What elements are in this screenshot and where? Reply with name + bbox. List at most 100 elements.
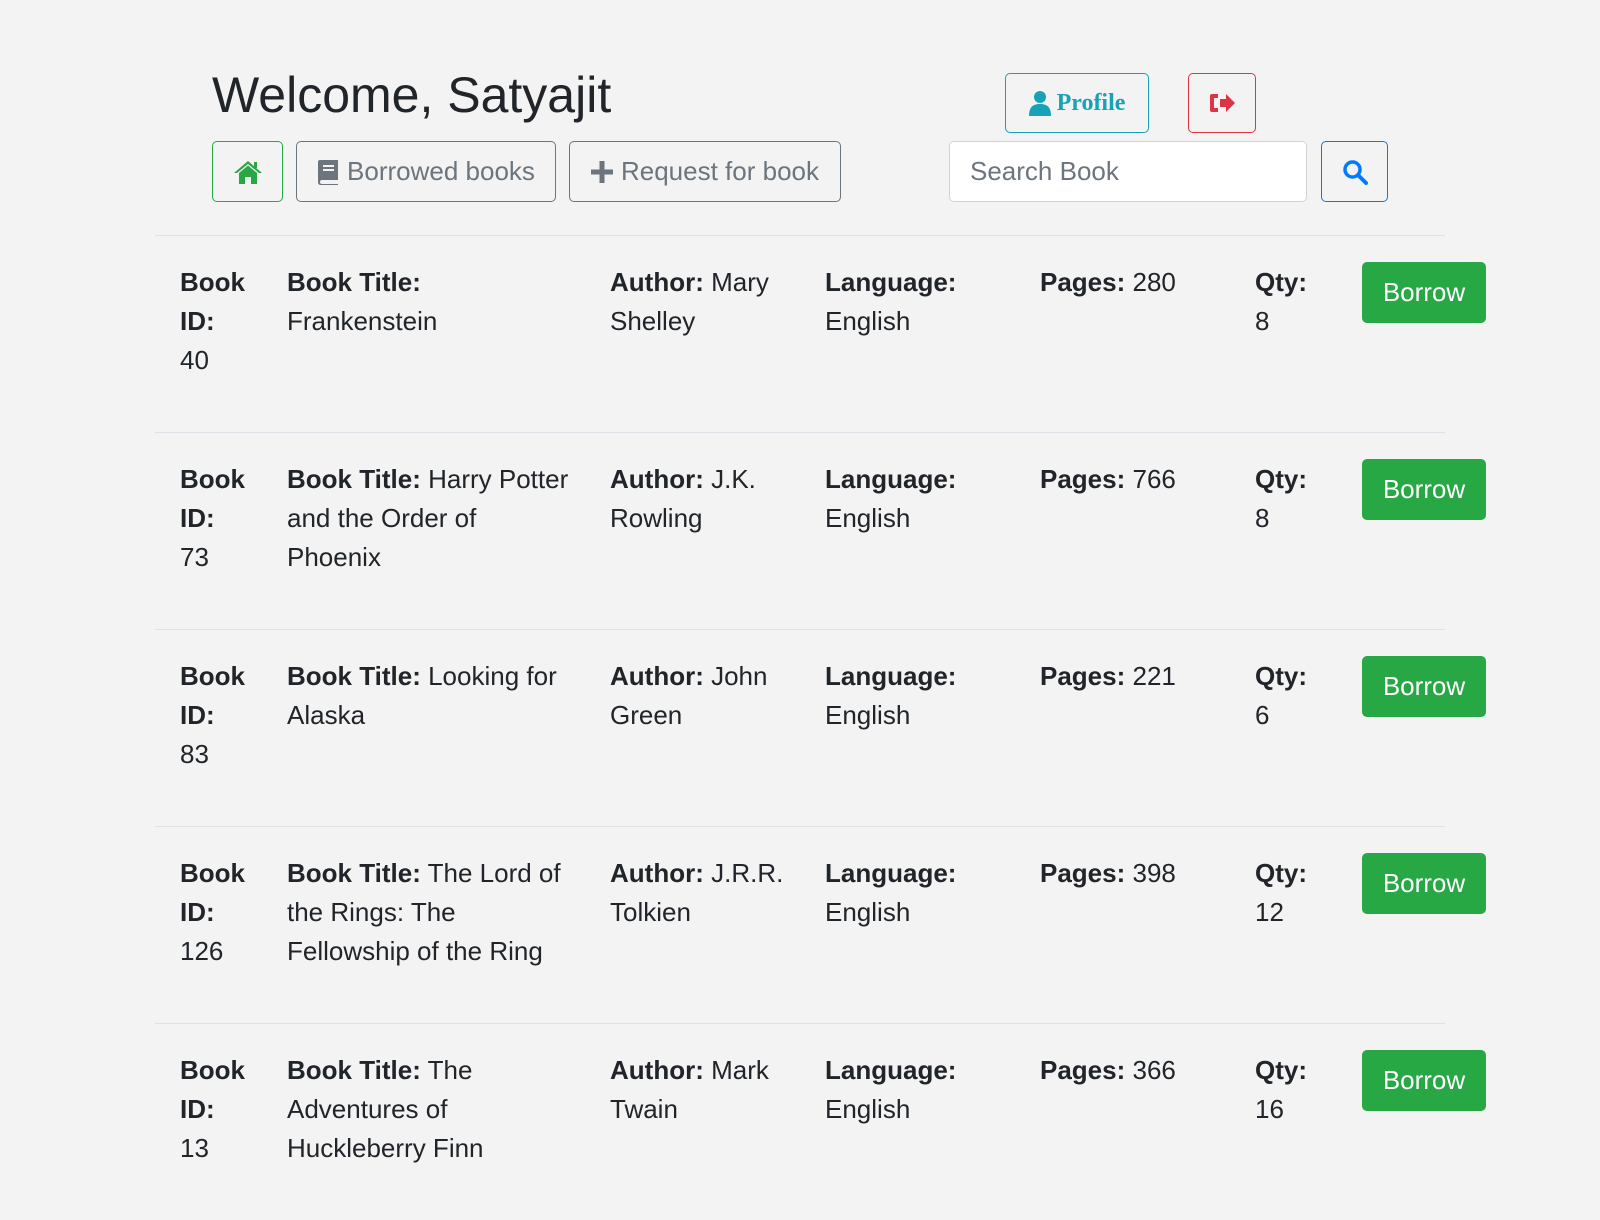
pages-cell: Pages: 366 bbox=[1040, 1051, 1230, 1090]
qty-cell: Qty: 8 bbox=[1255, 460, 1325, 538]
author-label: Author: bbox=[610, 1055, 704, 1085]
pages-cell: Pages: 280 bbox=[1040, 263, 1230, 302]
book-id-cell: Book ID: 40 bbox=[180, 263, 260, 380]
borrowed-books-button[interactable]: Borrowed books bbox=[296, 141, 556, 202]
author-cell: Author: J.K. Rowling bbox=[610, 460, 790, 538]
sign-out-icon bbox=[1208, 91, 1236, 115]
book-id-label: Book ID: bbox=[180, 464, 245, 533]
profile-button[interactable]: Profile bbox=[1005, 73, 1149, 133]
home-button[interactable] bbox=[212, 141, 283, 202]
pages-label: Pages: bbox=[1040, 464, 1126, 494]
profile-label: Profile bbox=[1056, 89, 1126, 116]
qty-cell: Qty: 8 bbox=[1255, 263, 1325, 341]
qty-label: Qty: bbox=[1255, 858, 1307, 888]
book-id-label: Book ID: bbox=[180, 858, 245, 927]
borrow-button[interactable]: Borrow bbox=[1362, 853, 1486, 914]
pages-label: Pages: bbox=[1040, 661, 1126, 691]
book-list: Book ID: 40 Book Title: Frankenstein Auth… bbox=[155, 235, 1486, 1220]
author-label: Author: bbox=[610, 267, 704, 297]
qty-label: Qty: bbox=[1255, 464, 1307, 494]
author-cell: Author: J.R.R. Tolkien bbox=[610, 854, 790, 932]
logout-button[interactable] bbox=[1188, 73, 1256, 133]
book-id-value: 13 bbox=[180, 1133, 209, 1163]
book-id-value: 83 bbox=[180, 739, 209, 769]
language-value: English bbox=[825, 1094, 911, 1124]
language-value: English bbox=[825, 897, 911, 927]
search-button[interactable] bbox=[1321, 141, 1388, 202]
book-id-value: 73 bbox=[180, 542, 209, 572]
home-icon bbox=[233, 159, 263, 185]
qty-value: 12 bbox=[1255, 897, 1284, 927]
author-label: Author: bbox=[610, 661, 704, 691]
book-id-cell: Book ID: 13 bbox=[180, 1051, 260, 1168]
qty-value: 16 bbox=[1255, 1094, 1284, 1124]
author-cell: Author: Mark Twain bbox=[610, 1051, 790, 1129]
author-cell: Author: Mary Shelley bbox=[610, 263, 790, 341]
book-id-value: 126 bbox=[180, 936, 224, 966]
book-title-label: Book Title: bbox=[287, 464, 421, 494]
borrow-button[interactable]: Borrow bbox=[1362, 262, 1486, 323]
book-row: Book ID: 73 Book Title: Harry Potter and … bbox=[155, 432, 1486, 629]
search-icon bbox=[1342, 159, 1368, 185]
qty-label: Qty: bbox=[1255, 267, 1307, 297]
book-id-label: Book ID: bbox=[180, 661, 245, 730]
language-cell: Language: English bbox=[825, 854, 1015, 932]
book-title-cell: Book Title: Frankenstein bbox=[287, 263, 577, 341]
request-book-label: Request for book bbox=[620, 156, 819, 186]
book-id-label: Book ID: bbox=[180, 1055, 245, 1124]
request-book-button[interactable]: Request for book bbox=[569, 141, 841, 202]
book-title-label: Book Title: bbox=[287, 661, 421, 691]
book-row: Book ID: 13 Book Title: The Adventures of… bbox=[155, 1023, 1486, 1220]
language-label: Language: bbox=[825, 858, 957, 888]
book-id-cell: Book ID: 126 bbox=[180, 854, 260, 971]
language-value: English bbox=[825, 700, 911, 730]
book-id-value: 40 bbox=[180, 345, 209, 375]
qty-value: 6 bbox=[1255, 700, 1270, 730]
author-label: Author: bbox=[610, 858, 704, 888]
language-label: Language: bbox=[825, 267, 957, 297]
welcome-heading: Welcome, Satyajit bbox=[212, 67, 612, 123]
pages-cell: Pages: 398 bbox=[1040, 854, 1230, 893]
user-icon bbox=[1028, 90, 1051, 116]
book-icon bbox=[317, 159, 339, 185]
language-label: Language: bbox=[825, 661, 957, 691]
pages-value: 280 bbox=[1132, 267, 1176, 297]
book-title-cell: Book Title: Harry Potter and the Order o… bbox=[287, 460, 577, 577]
book-row: Book ID: 83 Book Title: Looking for Alask… bbox=[155, 629, 1486, 826]
book-title-label: Book Title: bbox=[287, 1055, 421, 1085]
qty-value: 8 bbox=[1255, 503, 1270, 533]
language-label: Language: bbox=[825, 1055, 957, 1085]
borrowed-books-label: Borrowed books bbox=[347, 156, 535, 186]
language-cell: Language: English bbox=[825, 263, 1015, 341]
borrow-button[interactable]: Borrow bbox=[1362, 459, 1486, 520]
language-value: English bbox=[825, 306, 911, 336]
book-id-label: Book ID: bbox=[180, 267, 245, 336]
qty-label: Qty: bbox=[1255, 661, 1307, 691]
qty-cell: Qty: 16 bbox=[1255, 1051, 1325, 1129]
book-id-cell: Book ID: 73 bbox=[180, 460, 260, 577]
book-title-cell: Book Title: The Lord of the Rings: The F… bbox=[287, 854, 577, 971]
language-cell: Language: English bbox=[825, 460, 1015, 538]
language-cell: Language: English bbox=[825, 657, 1015, 735]
plus-icon bbox=[590, 160, 613, 183]
pages-cell: Pages: 766 bbox=[1040, 460, 1230, 499]
language-cell: Language: English bbox=[825, 1051, 1015, 1129]
book-title-label: Book Title: bbox=[287, 858, 421, 888]
pages-value: 366 bbox=[1132, 1055, 1176, 1085]
book-title-cell: Book Title: The Adventures of Huckleberr… bbox=[287, 1051, 577, 1168]
pages-label: Pages: bbox=[1040, 267, 1126, 297]
book-id-cell: Book ID: 83 bbox=[180, 657, 260, 774]
qty-label: Qty: bbox=[1255, 1055, 1307, 1085]
search-input[interactable] bbox=[949, 141, 1307, 202]
borrow-button[interactable]: Borrow bbox=[1362, 1050, 1486, 1111]
book-row: Book ID: 40 Book Title: Frankenstein Auth… bbox=[155, 235, 1486, 432]
pages-value: 398 bbox=[1132, 858, 1176, 888]
pages-label: Pages: bbox=[1040, 1055, 1126, 1085]
book-title-cell: Book Title: Looking for Alaska bbox=[287, 657, 577, 735]
qty-cell: Qty: 12 bbox=[1255, 854, 1325, 932]
borrow-button[interactable]: Borrow bbox=[1362, 656, 1486, 717]
pages-cell: Pages: 221 bbox=[1040, 657, 1230, 696]
language-label: Language: bbox=[825, 464, 957, 494]
author-label: Author: bbox=[610, 464, 704, 494]
pages-label: Pages: bbox=[1040, 858, 1126, 888]
